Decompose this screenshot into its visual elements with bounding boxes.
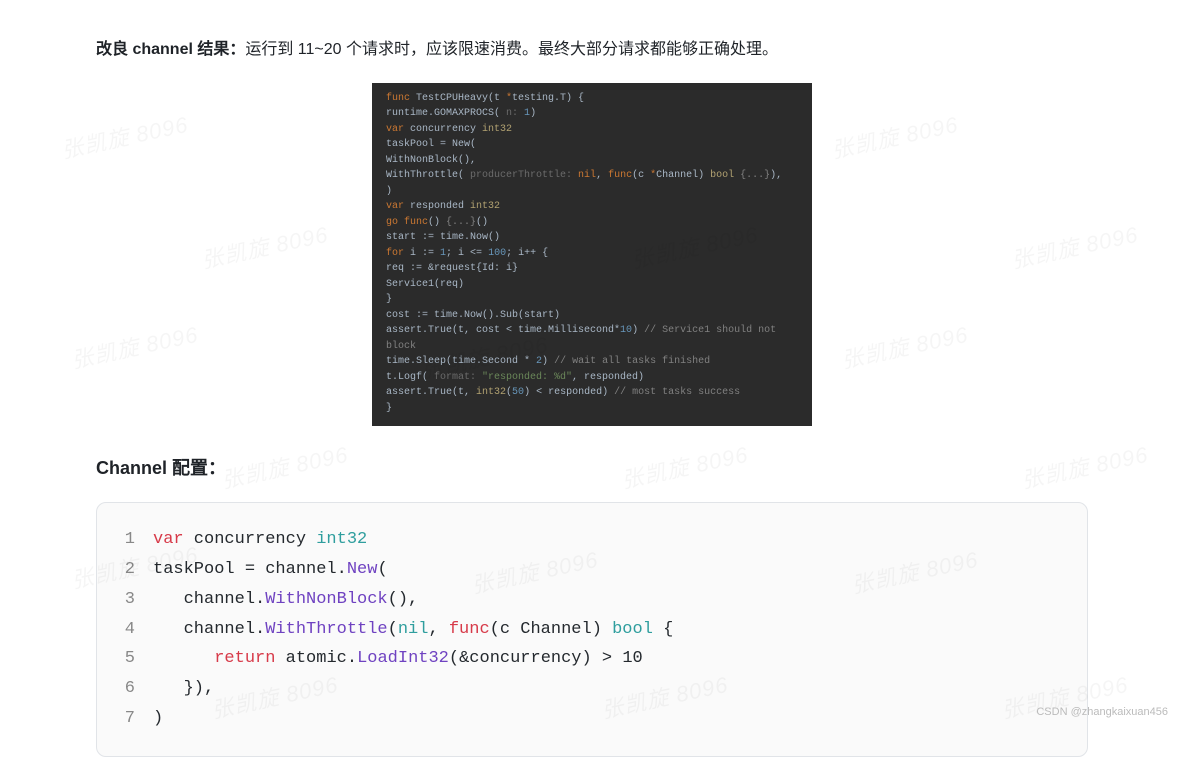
ide-code-line: var responded int32 [386, 199, 798, 215]
code-line: 4 channel.WithThrottle(nil, func(c Chann… [109, 615, 1071, 645]
line-number: 1 [109, 525, 153, 555]
code-line: 1var concurrency int32 [109, 525, 1071, 555]
line-number: 5 [109, 644, 153, 674]
code-line: 3 channel.WithNonBlock(), [109, 585, 1071, 615]
ide-code-line: assert.True(t, int32(50) < responded) //… [386, 385, 798, 401]
ide-code-line: start := time.Now() [386, 230, 798, 246]
ide-code-line: } [386, 401, 798, 417]
ide-code-line: cost := time.Now().Sub(start) [386, 308, 798, 324]
code-line: 2taskPool = channel.New( [109, 555, 1071, 585]
ide-code-block: func TestCPUHeavy(t *testing.T) { runtim… [372, 83, 812, 427]
ide-code-line: func TestCPUHeavy(t *testing.T) { [386, 91, 798, 107]
ide-screenshot-wrap: func TestCPUHeavy(t *testing.T) { runtim… [96, 83, 1088, 427]
code-content: taskPool = channel.New( [153, 555, 388, 585]
csdn-watermark: CSDN @zhangkaixuan456 [1036, 706, 1168, 718]
result-title-bold: 改良 channel 结果： [96, 41, 245, 58]
line-number: 3 [109, 585, 153, 615]
line-number: 2 [109, 555, 153, 585]
channel-config-code-block: 1var concurrency int322taskPool = channe… [96, 502, 1088, 756]
ide-code-line: taskPool = New( [386, 137, 798, 153]
ide-code-line: WithThrottle( producerThrottle: nil, fun… [386, 168, 798, 184]
ide-code-line: ) [386, 184, 798, 200]
ide-code-line: runtime.GOMAXPROCS( n: 1) [386, 106, 798, 122]
code-content: return atomic.LoadInt32(&concurrency) > … [153, 644, 643, 674]
ide-code-line: var concurrency int32 [386, 122, 798, 138]
code-content: channel.WithThrottle(nil, func(c Channel… [153, 615, 673, 645]
code-content: var concurrency int32 [153, 525, 367, 555]
result-paragraph: 改良 channel 结果：运行到 11~20 个请求时，应该限速消费。最终大部… [96, 36, 1088, 65]
ide-code-line: for i := 1; i <= 100; i++ { [386, 246, 798, 262]
ide-code-line: time.Sleep(time.Second * 2) // wait all … [386, 354, 798, 370]
line-number: 7 [109, 704, 153, 734]
ide-code-line: assert.True(t, cost < time.Millisecond*1… [386, 323, 798, 354]
line-number: 4 [109, 615, 153, 645]
code-content: channel.WithNonBlock(), [153, 585, 418, 615]
code-content: ) [153, 704, 163, 734]
ide-code-line: Service1(req) [386, 277, 798, 293]
line-number: 6 [109, 674, 153, 704]
ide-code-line: WithNonBlock(), [386, 153, 798, 169]
ide-code-line: go func() {...}() [386, 215, 798, 231]
ide-code-line: req := &request{Id: i} [386, 261, 798, 277]
code-content: }), [153, 674, 214, 704]
code-line: 5 return atomic.LoadInt32(&concurrency) … [109, 644, 1071, 674]
ide-code-line: t.Logf( format: "responded: %d", respond… [386, 370, 798, 386]
result-text: 运行到 11~20 个请求时，应该限速消费。最终大部分请求都能够正确处理。 [245, 41, 778, 58]
ide-code-line: } [386, 292, 798, 308]
code-line: 6 }), [109, 674, 1071, 704]
code-line: 7) [109, 704, 1071, 734]
channel-config-title: Channel 配置： [96, 454, 1088, 480]
